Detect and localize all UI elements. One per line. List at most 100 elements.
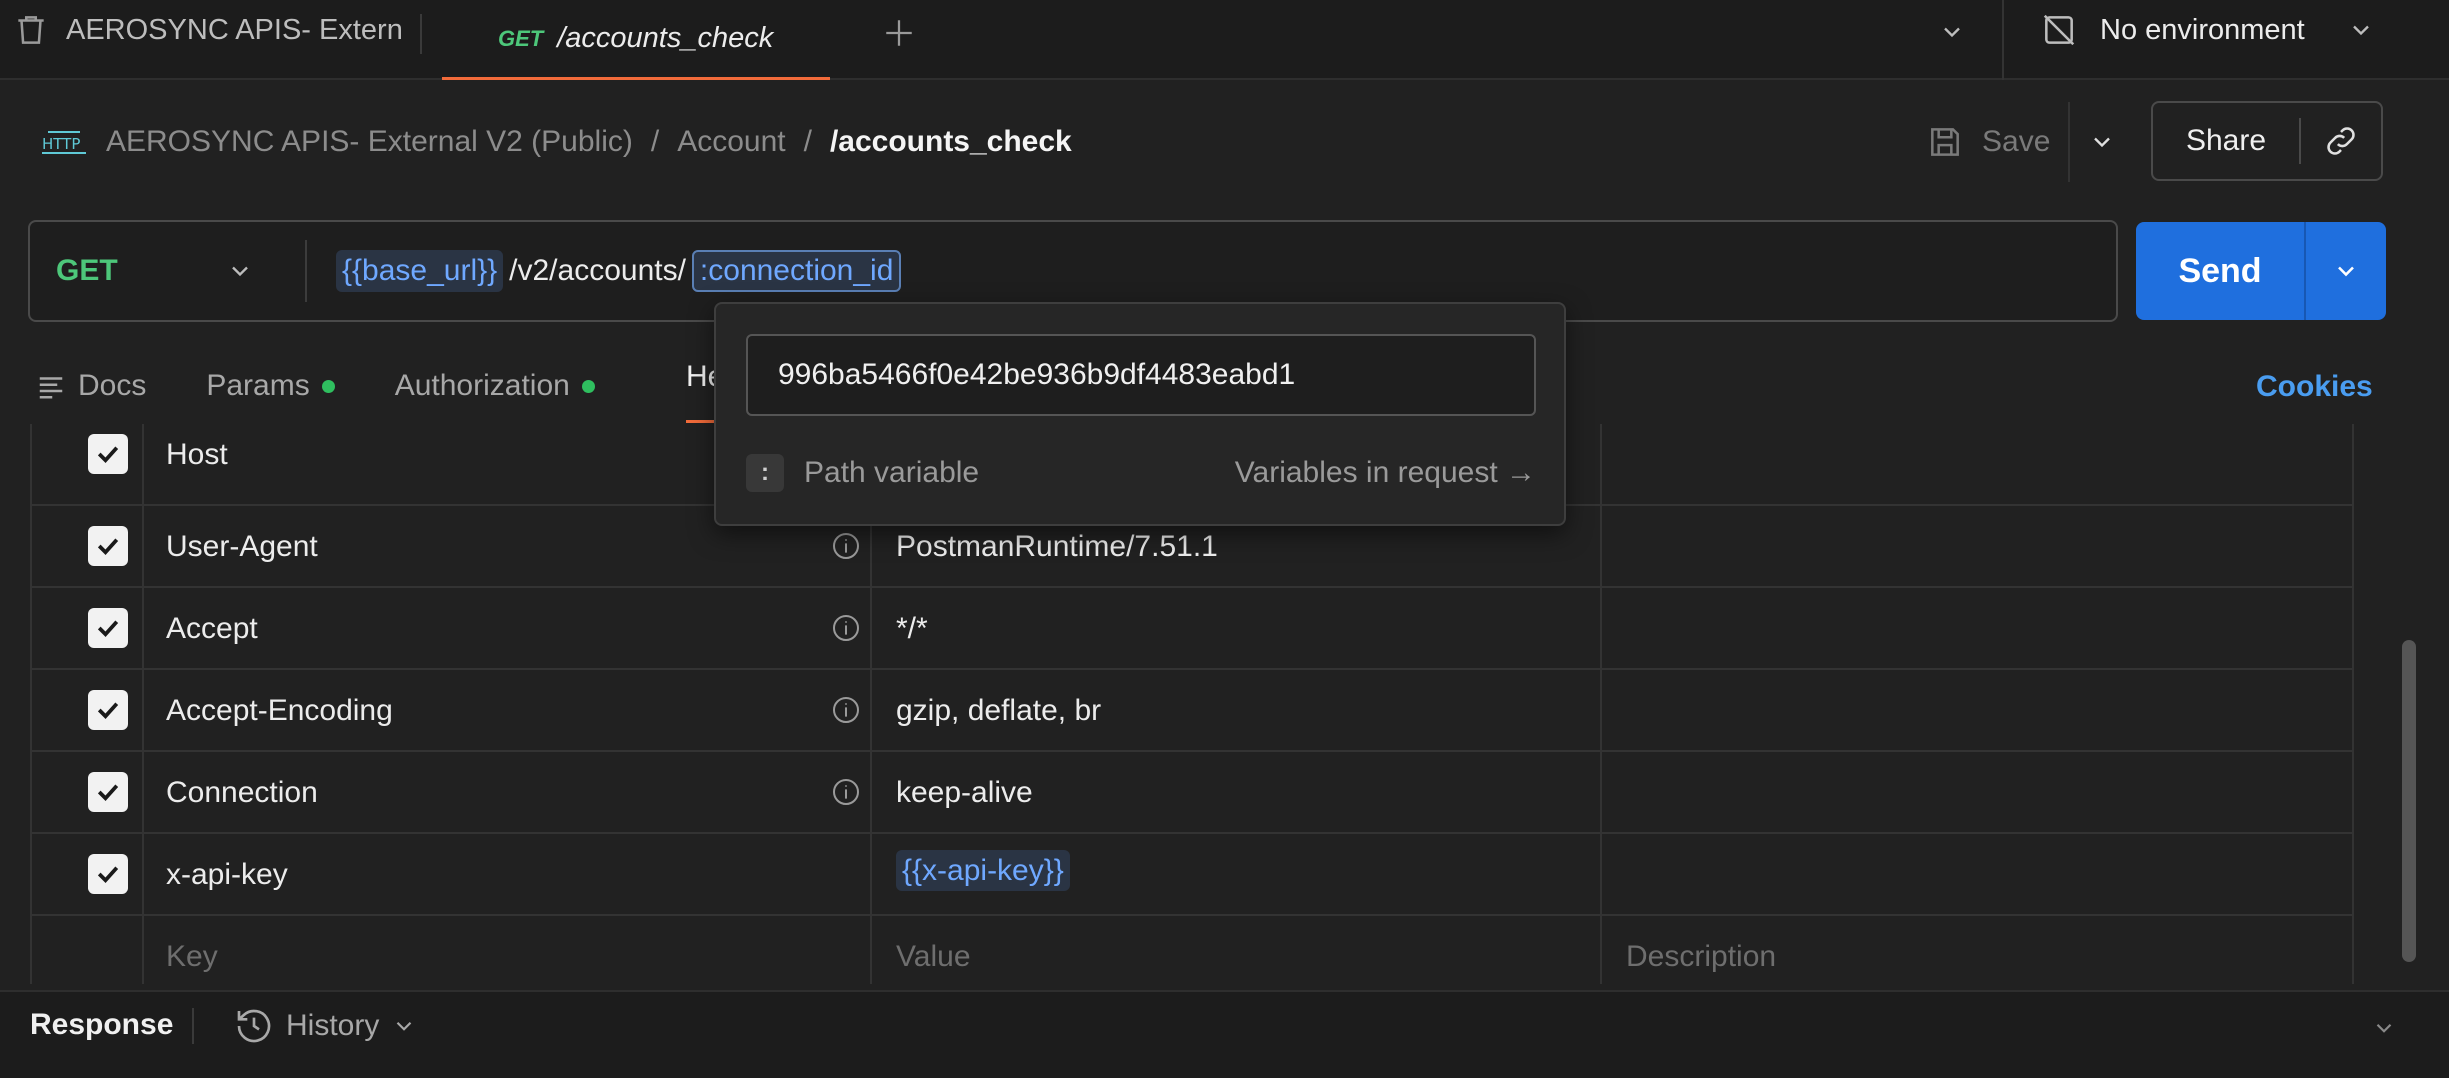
url-path-variable[interactable]: :connection_id	[691, 250, 902, 292]
response-label[interactable]: Response	[30, 1008, 173, 1042]
url-path: /v2/accounts/	[509, 254, 686, 287]
tab-collection[interactable]: AEROSYNC APIS- Extern	[0, 0, 420, 60]
tab-docs-label: Docs	[78, 369, 147, 402]
chevron-down-icon	[2347, 16, 2375, 44]
save-divider	[2068, 102, 2070, 182]
trash-icon	[12, 11, 50, 49]
environment-selector[interactable]: No environment	[2040, 0, 2440, 60]
description-placeholder[interactable]: Description	[1626, 940, 1776, 974]
tab-title: /accounts_check	[557, 22, 774, 54]
breadcrumb-separator: /	[803, 125, 812, 158]
breadcrumb-current: /accounts_check	[829, 125, 1072, 158]
link-icon[interactable]	[2301, 122, 2381, 160]
header-checkbox[interactable]	[88, 854, 128, 894]
path-variable-popup: 996ba5466f0e42be936b9df4483eabd1 : Path …	[714, 302, 1566, 526]
scrollbar-thumb[interactable]	[2402, 640, 2416, 962]
save-button[interactable]: Save	[1926, 112, 2050, 172]
bottom-divider	[192, 1008, 194, 1044]
history-label: History	[286, 1009, 380, 1042]
history-button[interactable]: History	[234, 1002, 417, 1050]
url-variable-base-url[interactable]: {{base_url}}	[336, 250, 504, 292]
tab-params[interactable]: Params	[206, 369, 335, 403]
table-row: Accept */*	[30, 588, 2354, 670]
header-checkbox[interactable]	[88, 434, 128, 474]
url-input[interactable]: {{base_url}} /v2/accounts/ :connection_i…	[336, 246, 902, 296]
history-icon	[234, 1006, 274, 1046]
table-row: x-api-key {{x-api-key}}	[30, 834, 2354, 916]
chevron-down-icon	[391, 1013, 417, 1039]
breadcrumb-folder[interactable]: Account	[677, 125, 785, 159]
env-divider	[2002, 0, 2004, 80]
chevron-down-icon	[2338, 266, 2354, 277]
header-key[interactable]: Connection	[166, 776, 318, 810]
tab-method: GET	[498, 25, 544, 51]
chevron-down-icon	[226, 257, 254, 285]
info-icon[interactable]	[830, 612, 862, 644]
header-key[interactable]: Accept-Encoding	[166, 694, 393, 728]
cookies-link[interactable]: Cookies	[2256, 370, 2373, 404]
method-label: GET	[56, 254, 118, 287]
breadcrumb-separator: /	[650, 125, 660, 158]
tab-divider	[420, 14, 422, 54]
header-value[interactable]: PostmanRuntime/7.51.1	[896, 530, 1218, 564]
value-placeholder[interactable]: Value	[896, 940, 971, 974]
key-placeholder[interactable]: Key	[166, 940, 218, 974]
send-label: Send	[2178, 251, 2262, 290]
header-key[interactable]: User-Agent	[166, 530, 318, 564]
variables-in-request-link[interactable]: Variables in request →	[1235, 456, 1536, 490]
new-tab-button[interactable]	[876, 10, 922, 56]
chevron-down-icon	[2094, 137, 2110, 148]
http-icon: HTTP	[40, 122, 88, 162]
tab-collection-label: AEROSYNC APIS- Extern	[66, 13, 403, 46]
header-key[interactable]: Accept	[166, 612, 258, 646]
info-icon[interactable]	[830, 530, 862, 562]
header-checkbox[interactable]	[88, 608, 128, 648]
tab-authorization-label: Authorization	[394, 369, 570, 402]
chevron-down-icon	[1944, 27, 1960, 38]
header-value[interactable]: */*	[896, 612, 928, 646]
breadcrumb-collection[interactable]: AEROSYNC APIS- External V2 (Public)	[106, 125, 633, 159]
header-value-variable[interactable]: {{x-api-key}}	[896, 850, 1070, 891]
path-variable-icon: :	[746, 454, 784, 492]
send-button[interactable]: Send	[2136, 222, 2386, 320]
save-icon	[1926, 123, 1964, 161]
docs-icon	[36, 371, 66, 401]
tabs-dropdown-button[interactable]	[1930, 10, 1974, 54]
path-variable-label: Path variable	[804, 456, 980, 489]
method-divider	[305, 240, 307, 302]
header-checkbox[interactable]	[88, 772, 128, 812]
method-selector[interactable]: GET	[28, 220, 306, 322]
table-row: Accept-Encoding gzip, deflate, br	[30, 670, 2354, 752]
request-tabs: Docs Params Authorization	[36, 360, 655, 412]
status-dot	[581, 379, 595, 393]
header-value[interactable]: {{x-api-key}}	[896, 850, 1070, 891]
status-dot	[321, 379, 335, 393]
table-row: Connection keep-alive	[30, 752, 2354, 834]
share-button[interactable]: Share	[2151, 101, 2383, 181]
header-checkbox[interactable]	[88, 526, 128, 566]
tab-params-label: Params	[206, 369, 310, 402]
path-variable-value-input[interactable]: 996ba5466f0e42be936b9df4483eabd1	[746, 334, 1536, 416]
table-row-empty: Key Value Description	[30, 916, 2354, 998]
tab-accounts-check[interactable]: GET /accounts_check	[442, 0, 830, 80]
send-options-button[interactable]	[2306, 257, 2386, 285]
header-value[interactable]: gzip, deflate, br	[896, 694, 1101, 728]
tab-authorization[interactable]: Authorization	[395, 369, 595, 403]
header-value[interactable]: keep-alive	[896, 776, 1033, 810]
chevron-down-icon	[2376, 1023, 2392, 1033]
header-key[interactable]: x-api-key	[166, 858, 288, 892]
info-icon[interactable]	[830, 776, 862, 808]
popup-footer: : Path variable Variables in request →	[746, 452, 1536, 494]
share-label: Share	[2185, 124, 2267, 157]
breadcrumb: HTTP AEROSYNC APIS- External V2 (Public)…	[40, 112, 1072, 172]
plus-icon	[886, 20, 912, 46]
header-checkbox[interactable]	[88, 690, 128, 730]
info-icon[interactable]	[830, 694, 862, 726]
no-environment-icon	[2040, 11, 2078, 49]
collapse-panel-button[interactable]	[2364, 1008, 2404, 1048]
tab-docs[interactable]: Docs	[36, 369, 146, 403]
header-key[interactable]: Host	[166, 438, 228, 472]
save-label: Save	[1982, 125, 2051, 158]
environment-label: No environment	[2100, 13, 2305, 46]
save-options-button[interactable]	[2080, 118, 2124, 166]
